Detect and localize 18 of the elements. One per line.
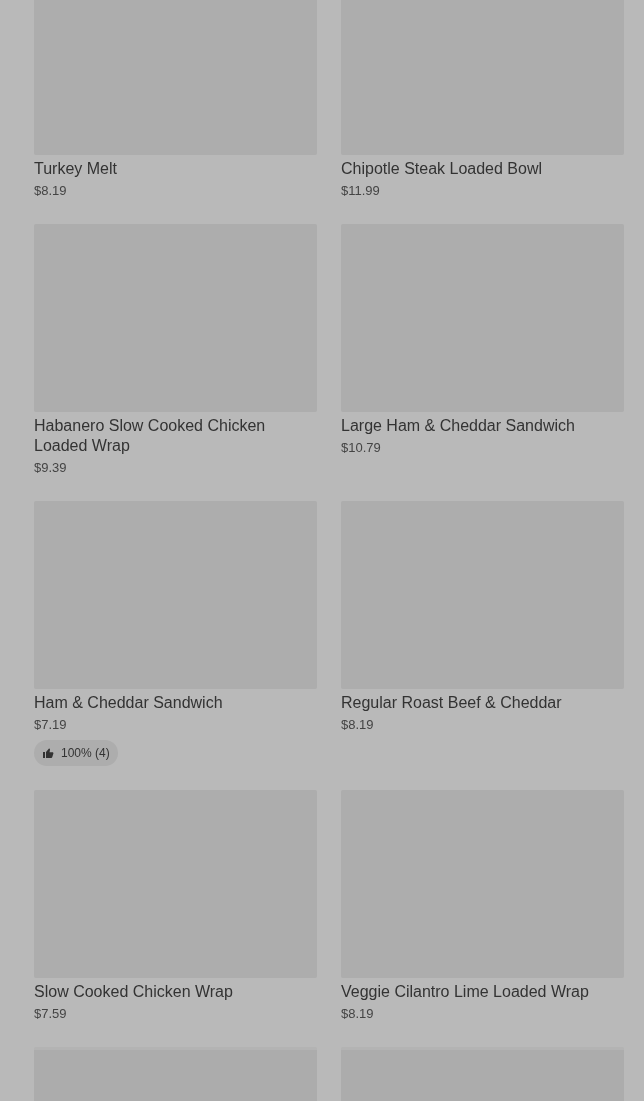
item-name: Habanero Slow Cooked Chicken Loaded Wrap	[34, 416, 267, 456]
item-price: $8.19	[34, 182, 68, 200]
item-name: Turkey Melt	[34, 159, 118, 179]
thumbs-up-icon	[42, 747, 54, 759]
item-name: Ham & Cheddar Sandwich	[34, 693, 224, 713]
item-price: $11.99	[341, 182, 381, 200]
rating-badge: 100% (4)	[34, 740, 118, 766]
item-price: $9.39	[34, 459, 68, 477]
item-name: Veggie Cilantro Lime Loaded Wrap	[341, 982, 590, 1002]
item-price: $10.79	[341, 439, 382, 457]
item-price: $7.19	[34, 716, 68, 734]
item-price: $8.19	[341, 1005, 375, 1023]
item-name: Regular Roast Beef & Cheddar	[341, 693, 563, 713]
item-name: Chipotle Steak Loaded Bowl	[341, 159, 544, 179]
item-price: $8.19	[341, 716, 375, 734]
item-price: $7.59	[34, 1005, 68, 1023]
item-name: Slow Cooked Chicken Wrap	[34, 982, 234, 1002]
item-name: Large Ham & Cheddar Sandwich	[341, 416, 576, 436]
